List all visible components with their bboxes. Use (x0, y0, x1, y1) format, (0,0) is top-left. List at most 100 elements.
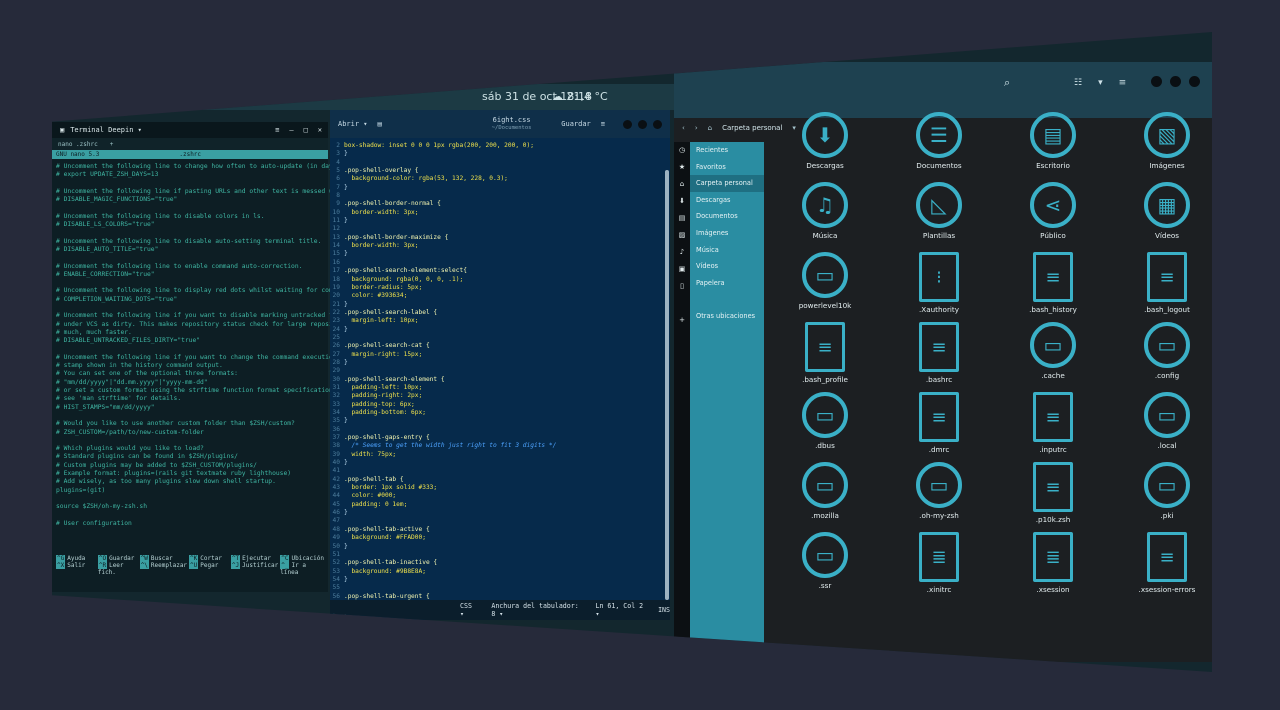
file-manager-window[interactable]: ⌕ ☷ ▾ ≡ ‹ › ⌂ Carpeta personal ▾ ◷ ★ ⌂ ⬇… (674, 62, 1212, 662)
file-label: .dbus (815, 441, 835, 450)
file-item[interactable]: ≡ .inputrc (998, 392, 1108, 462)
file-item[interactable]: ≣ .xinitrc (884, 532, 994, 602)
minimize-button[interactable] (1151, 76, 1162, 87)
sidebar-item[interactable]: Descargas (690, 192, 764, 209)
document-icon: ≣ (919, 532, 959, 582)
file-item[interactable]: ⁝ .Xauthority (884, 252, 994, 322)
open-button[interactable]: Abrir ▾ (338, 120, 368, 128)
file-title: 6ight.css (492, 116, 531, 124)
sidebar-item[interactable]: Vídeos (690, 258, 764, 275)
minimize-button[interactable] (623, 119, 632, 129)
chevron-down-icon[interactable]: ▾ (1098, 78, 1103, 88)
sidebar-item[interactable]: Favoritos (690, 159, 764, 176)
new-tab-icon[interactable]: ▤ (378, 120, 382, 128)
file-item[interactable]: ▭ .config (1112, 322, 1212, 392)
close-button[interactable] (1189, 76, 1200, 87)
terminal-window[interactable]: ▣ Terminal Deepin ▾ ≡ – □ ✕ nano .zshrc … (52, 122, 363, 592)
file-item[interactable]: ▭ powerlevel10k (770, 252, 880, 322)
minimize-icon[interactable]: – (289, 126, 293, 134)
line-number: 24 (332, 325, 340, 333)
file-item[interactable]: ≡ .bash_history (998, 252, 1108, 322)
star-icon[interactable]: ★ (674, 159, 690, 176)
file-item[interactable]: ≡ .bashrc (884, 322, 994, 392)
home-icon: ⌂ (707, 124, 713, 132)
file-item[interactable]: ▧ Imágenes (1112, 112, 1212, 182)
document-icon[interactable]: ▤ (674, 210, 690, 227)
menu-icon[interactable]: ≡ (601, 120, 605, 128)
file-item[interactable]: ≣ .xsession (998, 532, 1108, 602)
file-item[interactable]: ▭ .dbus (770, 392, 880, 462)
file-item[interactable]: ⬇ Descargas (770, 112, 880, 182)
code-text: border-width: 3px; (344, 242, 419, 250)
maximize-button[interactable] (1170, 76, 1181, 87)
view-controls: ☷ ▾ ≡ (1074, 78, 1126, 88)
sidebar-item[interactable]: Documentos (690, 208, 764, 225)
terminal-line: # DISABLE_LS_COLORS="true" (56, 221, 155, 229)
file-item[interactable]: ♫ Música (770, 182, 880, 252)
terminal-content[interactable]: # Uncomment the following line to change… (52, 159, 363, 532)
folder-icon: ▦ (1144, 182, 1190, 228)
file-item[interactable]: ≡ .bash_profile (770, 322, 880, 392)
menu-icon[interactable]: ≡ (1119, 78, 1127, 88)
close-button[interactable] (653, 119, 662, 129)
file-item[interactable]: ≡ .bash_logout (1112, 252, 1212, 322)
close-icon[interactable]: ✕ (318, 126, 322, 134)
code-line: 15} (330, 250, 662, 258)
save-button[interactable]: Guardar (561, 120, 591, 128)
file-item[interactable]: ▤ Escritorio (998, 112, 1108, 182)
file-label: Música (812, 231, 838, 240)
weather-indicator[interactable]: ☁ 21,4 °C (552, 90, 608, 103)
sidebar-item[interactable]: Música (690, 242, 764, 259)
file-item[interactable]: ≡ .p10k.zsh (998, 462, 1108, 532)
music-icon[interactable]: ♪ (674, 244, 690, 261)
recent-icon[interactable]: ◷ (674, 142, 690, 159)
file-item[interactable]: ▦ Vídeos (1112, 182, 1212, 252)
search-icon[interactable]: ⌕ (1004, 76, 1010, 90)
file-item[interactable]: ▭ .cache (998, 322, 1108, 392)
sidebar-item[interactable]: Imágenes (690, 225, 764, 242)
code-area[interactable]: 2 box-shadow: inset 0 0 0 1px rgba(200, 2… (330, 142, 662, 616)
file-item[interactable]: ≡ .xsession-errors (1112, 532, 1212, 602)
code-text: box-shadow: inset 0 0 0 1px rgba(200, 20… (344, 142, 534, 149)
file-item[interactable]: ◺ Plantillas (884, 182, 994, 252)
tab-width-selector[interactable]: Anchura del tabulador: 8 ▾ (491, 602, 581, 618)
file-label: .ssr (818, 581, 832, 590)
scrollbar[interactable] (665, 170, 669, 600)
plus-icon[interactable]: + (674, 312, 690, 329)
sidebar-item[interactable]: Otras ubicaciones (690, 308, 764, 325)
text-editor-window[interactable]: Abrir ▾ ▤ 6ight.css ~/Documentos Guardar… (330, 110, 670, 620)
menu-icon[interactable]: ≡ (275, 126, 279, 134)
terminal-title[interactable]: Terminal Deepin ▾ (70, 126, 142, 134)
sidebar-item[interactable]: Carpeta personal (690, 175, 764, 192)
code-text: } (344, 183, 348, 191)
terminal-line: # ZSH_CUSTOM=/path/to/new-custom-folder (56, 428, 204, 436)
file-item[interactable]: ⋖ Público (998, 182, 1108, 252)
cursor-position[interactable]: Ln 61, Col 2 ▾ (596, 602, 645, 618)
back-icon[interactable]: ‹ (682, 124, 685, 132)
download-icon[interactable]: ⬇ (674, 193, 690, 210)
file-item[interactable]: ▭ .mozilla (770, 462, 880, 532)
file-item[interactable]: ▭ .pki (1112, 462, 1212, 532)
sidebar-item[interactable]: Recientes (690, 142, 764, 159)
maximize-button[interactable] (638, 119, 647, 129)
trash-icon[interactable]: ▯ (674, 278, 690, 295)
file-item[interactable]: ▭ .ssr (770, 532, 880, 602)
file-item[interactable]: ▭ .oh-my-zsh (884, 462, 994, 532)
image-icon[interactable]: ▨ (674, 227, 690, 244)
file-item[interactable]: ☰ Documentos (884, 112, 994, 182)
line-number: 8 (336, 192, 340, 200)
file-label: .xsession-errors (1138, 585, 1196, 594)
language-selector[interactable]: CSS ▾ (460, 602, 477, 618)
line-number: 16 (332, 258, 340, 266)
video-icon[interactable]: ▣ (674, 261, 690, 278)
forward-icon[interactable]: › (695, 124, 698, 132)
tab-nano[interactable]: nano .zshrc (58, 141, 98, 148)
add-tab-icon[interactable]: + (110, 141, 114, 148)
home-icon[interactable]: ⌂ (674, 176, 690, 193)
file-item[interactable]: ▭ .local (1112, 392, 1212, 462)
file-item[interactable]: ≡ .dmrc (884, 392, 994, 462)
list-view-icon[interactable]: ☷ (1074, 78, 1082, 88)
sidebar-item[interactable]: Papelera (690, 275, 764, 292)
maximize-icon[interactable]: □ (304, 126, 308, 134)
